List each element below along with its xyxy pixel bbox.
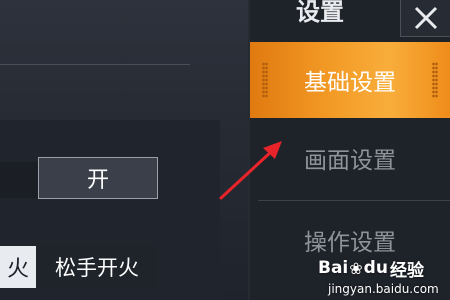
watermark-brand-du: du <box>363 258 388 278</box>
grip-right-icon <box>432 62 438 98</box>
watermark-brand-cn: 经验 <box>389 260 424 281</box>
grip-left-icon <box>262 62 268 98</box>
settings-title: 设置 <box>296 0 344 26</box>
close-icon <box>414 6 438 30</box>
watermark-brand-bai: Bai <box>318 258 349 278</box>
section-divider <box>0 64 190 65</box>
menu-item-display-settings[interactable]: 画面设置 <box>250 120 450 196</box>
paw-icon: ❀ <box>349 258 363 278</box>
menu-item-label: 画面设置 <box>304 148 396 174</box>
release-fire-option[interactable]: 松手开火 <box>38 246 156 288</box>
menu-item-label: 基础设置 <box>304 70 396 96</box>
menu-separator <box>258 200 450 201</box>
fire-mode-option[interactable]: 火 <box>0 246 36 288</box>
baidu-jingyan-watermark: Bai ❀ du 经验 jingyan.baidu.com <box>318 256 450 300</box>
menu-item-label: 操作设置 <box>304 230 396 256</box>
watermark-url: jingyan.baidu.com <box>328 282 439 296</box>
menu-item-basic-settings[interactable]: 基础设置 <box>250 42 450 118</box>
settings-content-panel: 开 火 松手开火 <box>0 0 248 300</box>
toggle-on-button[interactable]: 开 <box>38 157 158 199</box>
option-row-background <box>0 162 38 198</box>
close-button[interactable] <box>400 0 450 37</box>
